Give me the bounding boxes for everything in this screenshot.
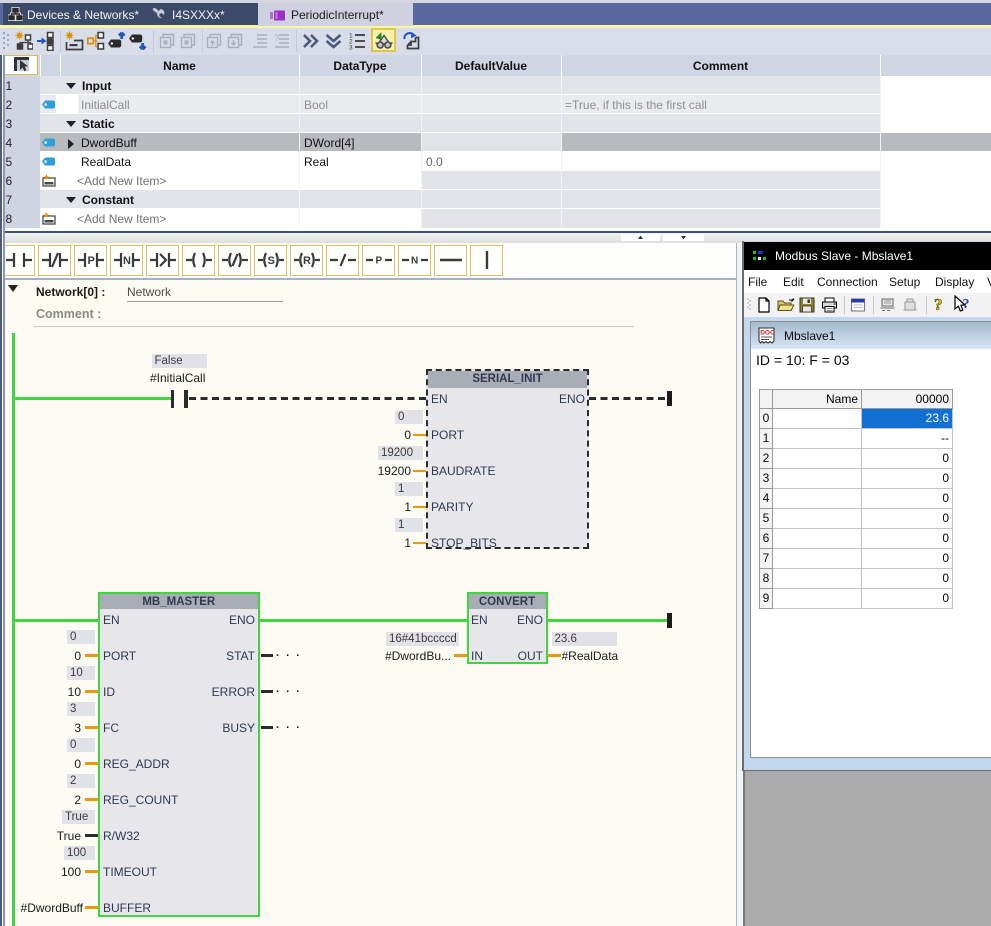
- svg-text:3: 3: [349, 44, 353, 50]
- svg-text:?: ?: [274, 33, 279, 43]
- svg-text:P: P: [87, 255, 94, 267]
- svg-text:S: S: [267, 255, 274, 267]
- svg-text:?: ?: [934, 295, 943, 314]
- svg-text:N: N: [123, 255, 131, 267]
- svg-text:?: ?: [963, 297, 970, 312]
- svg-text:R: R: [303, 255, 311, 267]
- svg-text:DOC: DOC: [760, 330, 775, 337]
- svg-text:N: N: [411, 256, 418, 267]
- svg-text:P: P: [375, 256, 382, 267]
